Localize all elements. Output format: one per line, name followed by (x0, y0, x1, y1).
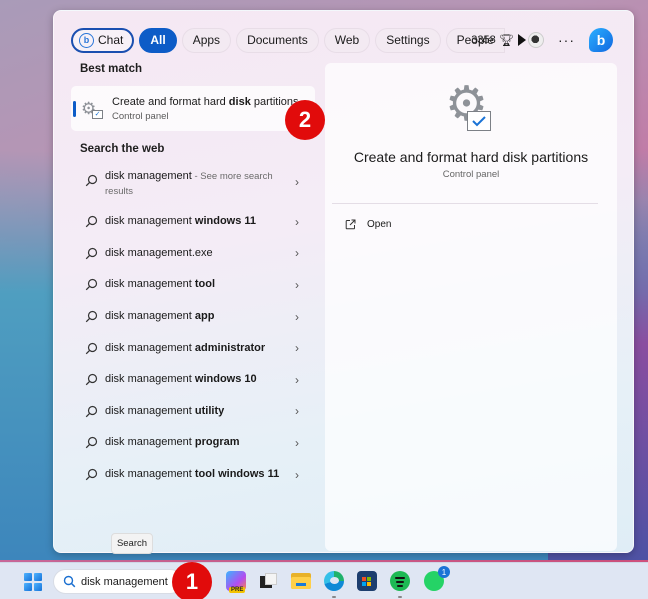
filter-settings[interactable]: Settings (375, 27, 441, 53)
file-explorer-icon[interactable] (291, 571, 311, 591)
chevron-right-icon: › (295, 277, 299, 292)
notification-badge: 1 (438, 566, 450, 578)
chevron-right-icon: › (295, 309, 299, 324)
copilot-icon[interactable]: PRE (226, 571, 246, 593)
taskbar-search-box[interactable] (53, 569, 183, 594)
step-1-annotation: 1 (172, 562, 212, 599)
filter-apps[interactable]: Apps (181, 27, 232, 53)
chevron-right-icon: › (295, 214, 299, 229)
best-match-item[interactable]: ⚙ ✓ Create and format hard disk partition… (71, 86, 315, 131)
filter-bar: b Chat All Apps Documents Web Settings P… (71, 27, 526, 53)
filter-web[interactable]: Web (323, 27, 371, 53)
rewards-count: 3358 (471, 34, 496, 46)
web-result[interactable]: disk management app › (71, 301, 321, 333)
edge-icon[interactable] (324, 571, 344, 591)
taskbar: PRE 1 (0, 562, 648, 599)
web-result[interactable]: disk management tool windows 11 › (71, 459, 321, 491)
search-icon (85, 437, 98, 449)
web-results-list: disk management - See more search result… (71, 163, 321, 490)
more-options-icon[interactable]: ··· (558, 32, 575, 48)
account-avatar[interactable] (528, 32, 544, 48)
search-panel: b Chat All Apps Documents Web Settings P… (53, 10, 634, 553)
step-2-annotation: 2 (285, 100, 325, 140)
filter-all[interactable]: All (139, 27, 177, 53)
detail-subtitle: Control panel (442, 169, 500, 180)
selection-indicator (73, 101, 76, 117)
search-icon (85, 374, 98, 386)
chevron-right-icon: › (295, 404, 299, 419)
open-label: Open (367, 219, 392, 230)
search-icon (85, 468, 98, 481)
search-web-heading: Search the web (80, 143, 165, 155)
bing-icon[interactable]: b (589, 28, 613, 52)
search-icon (85, 279, 98, 291)
rewards-points[interactable]: 3358 🏆︎ (471, 33, 514, 47)
running-indicator (398, 596, 402, 598)
chat-button[interactable]: b Chat (71, 27, 135, 53)
toolbar-right: 3358 🏆︎ ··· b (471, 27, 613, 53)
web-result[interactable]: disk management administrator › (71, 332, 321, 364)
open-external-icon (345, 219, 356, 230)
chat-label: Chat (98, 33, 124, 47)
control-panel-gear-icon: ⚙ ✓ (81, 99, 103, 119)
chevron-right-icon: › (295, 175, 299, 189)
web-result[interactable]: disk management program › (71, 427, 321, 459)
filter-documents[interactable]: Documents (236, 27, 319, 53)
search-icon (85, 342, 98, 354)
chevron-right-icon: › (295, 435, 299, 450)
web-result[interactable]: disk management utility › (71, 396, 321, 428)
best-match-heading: Best match (80, 63, 142, 75)
control-panel-gear-icon: ⚙ (445, 81, 497, 137)
bing-chat-icon: b (79, 32, 94, 48)
best-match-title: Create and format hard disk partitions (112, 95, 299, 108)
rewards-trophy-icon: 🏆︎ (498, 33, 514, 47)
web-result[interactable]: disk management windows 11 › (71, 206, 321, 238)
task-view-icon[interactable] (258, 571, 278, 591)
web-result[interactable]: disk management tool › (71, 269, 321, 301)
search-icon (85, 216, 98, 228)
best-match-subtitle: Control panel (112, 110, 169, 122)
search-input[interactable] (81, 575, 181, 588)
spotify-icon[interactable] (390, 571, 410, 591)
whatsapp-icon[interactable]: 1 (424, 566, 450, 591)
detail-title: Create and format hard disk partitions (353, 149, 589, 165)
search-icon (85, 174, 98, 187)
search-icon (85, 405, 98, 418)
running-indicator (332, 596, 336, 598)
chevron-right-icon: › (295, 246, 299, 261)
chevron-right-icon: › (295, 341, 299, 356)
chevron-right-icon: › (295, 372, 299, 387)
windows-start-icon[interactable] (24, 573, 42, 591)
preview-badge: PRE (229, 587, 246, 593)
search-icon (63, 575, 76, 588)
chevron-right-icon: › (295, 467, 299, 482)
web-result[interactable]: disk management - See more search result… (71, 163, 321, 206)
divider (332, 203, 598, 204)
search-icon (85, 310, 98, 323)
open-action[interactable]: Open (345, 219, 391, 230)
web-result[interactable]: disk management windows 10 › (71, 364, 321, 396)
results-column: Best match ⚙ ✓ Create and format hard dis… (71, 63, 321, 490)
search-icon (85, 247, 98, 260)
detail-pane: ⚙ Create and format hard disk partitions… (325, 63, 617, 551)
microsoft-store-icon[interactable] (357, 571, 377, 591)
search-tooltip: Search (111, 533, 153, 554)
web-result[interactable]: disk management.exe › (71, 238, 321, 270)
